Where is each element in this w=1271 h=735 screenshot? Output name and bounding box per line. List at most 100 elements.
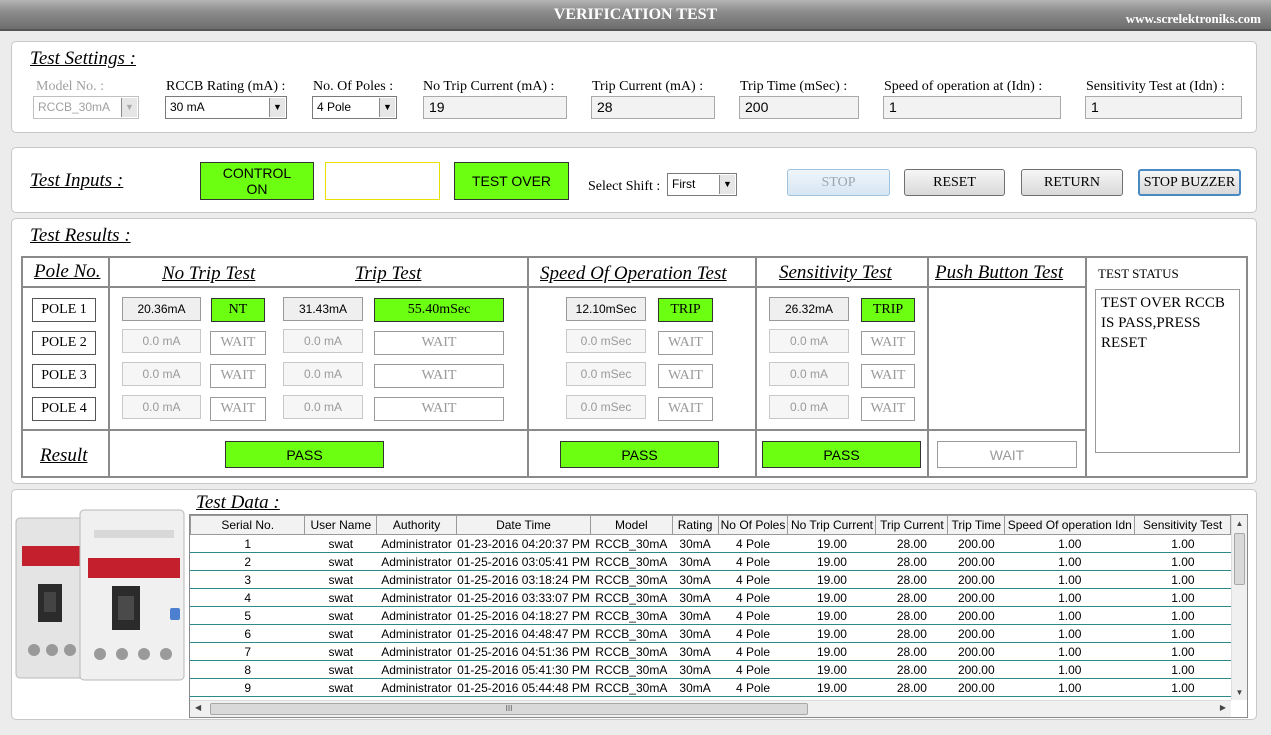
- table-cell: 01-25-2016 04:48:47 PM: [456, 625, 590, 643]
- table-row[interactable]: 9swatAdministrator01-25-2016 05:44:48 PM…: [191, 679, 1231, 697]
- table-cell: 19.00: [788, 535, 876, 553]
- column-header[interactable]: No Trip Current: [788, 516, 876, 535]
- scroll-down-icon[interactable]: ▼: [1232, 688, 1247, 697]
- table-cell: 30mA: [672, 571, 718, 589]
- table-cell: 1.00: [1005, 535, 1135, 553]
- vertical-scroll-thumb[interactable]: [1234, 533, 1245, 585]
- column-header[interactable]: Trip Time: [948, 516, 1005, 535]
- table-cell: 200.00: [948, 553, 1005, 571]
- trip-current-field[interactable]: 28: [591, 96, 715, 119]
- table-cell: 1.00: [1005, 625, 1135, 643]
- table-row[interactable]: 3swatAdministrator01-25-2016 03:18:24 PM…: [191, 571, 1231, 589]
- table-row[interactable]: 6swatAdministrator01-25-2016 04:48:47 PM…: [191, 625, 1231, 643]
- scroll-right-icon[interactable]: ▶: [1220, 703, 1226, 712]
- table-row[interactable]: 4swatAdministrator01-25-2016 03:33:07 PM…: [191, 589, 1231, 607]
- sensitivity-idn-field[interactable]: 1: [1085, 96, 1242, 119]
- table-cell: 28.00: [876, 535, 948, 553]
- pole-2-no-trip-status: WAIT: [210, 331, 266, 355]
- blank-indicator: [325, 162, 440, 200]
- table-row[interactable]: 2swatAdministrator01-25-2016 03:05:41 PM…: [191, 553, 1231, 571]
- table-cell: 19.00: [788, 661, 876, 679]
- rating-select[interactable]: 30 mA▼: [165, 96, 287, 119]
- test-status-box: TEST OVER RCCB IS PASS,PRESS RESET: [1095, 289, 1240, 453]
- table-header-row: Serial No.User NameAuthorityDate TimeMod…: [191, 516, 1231, 535]
- table-cell: RCCB_30mA: [590, 661, 672, 679]
- scroll-left-icon[interactable]: ◀: [195, 703, 201, 712]
- table-row[interactable]: 1swatAdministrator01-23-2016 04:20:37 PM…: [191, 535, 1231, 553]
- table-cell: swat: [305, 535, 377, 553]
- pole-3-label: POLE 3: [32, 364, 96, 388]
- no-trip-current-field[interactable]: 19: [423, 96, 567, 119]
- speed-result: PASS: [560, 441, 719, 468]
- column-header[interactable]: Authority: [377, 516, 457, 535]
- column-header[interactable]: Model: [590, 516, 672, 535]
- table-cell: 6: [191, 625, 305, 643]
- table-cell: 28.00: [876, 679, 948, 697]
- website-label: www.screlektroniks.com: [1126, 11, 1261, 27]
- column-header[interactable]: Trip Current: [876, 516, 948, 535]
- push-button-result: WAIT: [937, 441, 1077, 468]
- table-cell: 19.00: [788, 607, 876, 625]
- table-cell: 1.00: [1005, 661, 1135, 679]
- scroll-up-icon[interactable]: ▲: [1232, 519, 1247, 528]
- table-cell: RCCB_30mA: [590, 589, 672, 607]
- pole-4-trip-time: WAIT: [374, 397, 504, 421]
- table-cell: 4 Pole: [718, 589, 788, 607]
- table-cell: 1: [191, 535, 305, 553]
- test-data-title: Test Data :: [196, 492, 280, 514]
- rccb-device-image: [14, 500, 186, 690]
- stop-buzzer-button[interactable]: STOP BUZZER: [1138, 169, 1241, 196]
- trip-time-field[interactable]: 200: [739, 96, 859, 119]
- pole-4-speed-status: WAIT: [658, 397, 713, 421]
- horizontal-scroll-thumb[interactable]: III: [210, 703, 808, 715]
- chevron-down-icon: ▼: [719, 175, 735, 194]
- table-cell: 4 Pole: [718, 661, 788, 679]
- table-cell: swat: [305, 571, 377, 589]
- vertical-scrollbar[interactable]: ▲ ▼: [1231, 515, 1247, 700]
- speed-idn-field[interactable]: 1: [883, 96, 1061, 119]
- table-cell: Administrator: [377, 661, 457, 679]
- column-header[interactable]: Date Time: [456, 516, 590, 535]
- table-cell: swat: [305, 589, 377, 607]
- column-header[interactable]: No Of Poles: [718, 516, 788, 535]
- model-select[interactable]: RCCB_30mA▼: [33, 96, 139, 119]
- pole-2-trip-current: 0.0 mA: [283, 329, 363, 353]
- poles-select[interactable]: 4 Pole▼: [312, 96, 397, 119]
- pole-4-sensitivity-current: 0.0 mA: [769, 395, 849, 419]
- table-cell: 28.00: [876, 625, 948, 643]
- table-cell: 200.00: [948, 607, 1005, 625]
- table-cell: 30mA: [672, 643, 718, 661]
- table-cell: 1.00: [1135, 643, 1231, 661]
- column-header[interactable]: User Name: [305, 516, 377, 535]
- pole-1-label: POLE 1: [32, 298, 96, 322]
- reset-button[interactable]: RESET: [904, 169, 1005, 196]
- pole-1-trip-current: 31.43mA: [283, 297, 363, 321]
- table-cell: 01-25-2016 03:18:24 PM: [456, 571, 590, 589]
- table-row[interactable]: 8swatAdministrator01-25-2016 05:41:30 PM…: [191, 661, 1231, 679]
- test-inputs-title: Test Inputs :: [30, 170, 123, 192]
- stop-button[interactable]: STOP: [787, 169, 890, 196]
- return-button[interactable]: RETURN: [1021, 169, 1123, 196]
- table-cell: 1.00: [1135, 607, 1231, 625]
- table-cell: 1.00: [1005, 589, 1135, 607]
- column-header[interactable]: Serial No.: [191, 516, 305, 535]
- table-cell: RCCB_30mA: [590, 607, 672, 625]
- column-header[interactable]: Speed Of operation Idn: [1005, 516, 1135, 535]
- table-cell: swat: [305, 661, 377, 679]
- shift-select[interactable]: First▼: [667, 173, 737, 196]
- horizontal-scrollbar[interactable]: ◀ III ▶: [190, 700, 1231, 717]
- table-body: 1swatAdministrator01-23-2016 04:20:37 PM…: [191, 535, 1231, 697]
- table-cell: 200.00: [948, 535, 1005, 553]
- table-row[interactable]: 5swatAdministrator01-25-2016 04:18:27 PM…: [191, 607, 1231, 625]
- table-cell: swat: [305, 607, 377, 625]
- table-cell: 1.00: [1135, 679, 1231, 697]
- column-header[interactable]: Rating: [672, 516, 718, 535]
- table-cell: 200.00: [948, 571, 1005, 589]
- table-cell: 4 Pole: [718, 535, 788, 553]
- pole-3-speed-time: 0.0 mSec: [566, 362, 646, 386]
- table-cell: 200.00: [948, 661, 1005, 679]
- pole-3-speed-status: WAIT: [658, 364, 713, 388]
- table-row[interactable]: 7swatAdministrator01-25-2016 04:51:36 PM…: [191, 643, 1231, 661]
- column-header[interactable]: Sensitivity Test: [1135, 516, 1231, 535]
- table-cell: 28.00: [876, 571, 948, 589]
